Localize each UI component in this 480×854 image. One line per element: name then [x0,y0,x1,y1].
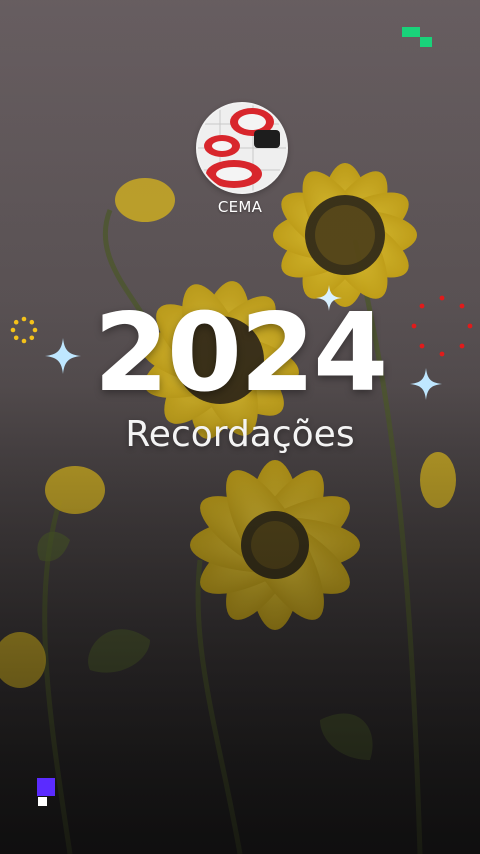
year-title: 2024 [93,291,389,416]
crochet-photo-icon [198,104,286,192]
avatar[interactable] [196,102,288,194]
subtitle: Recordações [125,414,355,455]
pixel-logo-icon [402,27,432,47]
profile-name: CEMA [217,198,263,216]
pixel-mark-icon [37,778,55,806]
